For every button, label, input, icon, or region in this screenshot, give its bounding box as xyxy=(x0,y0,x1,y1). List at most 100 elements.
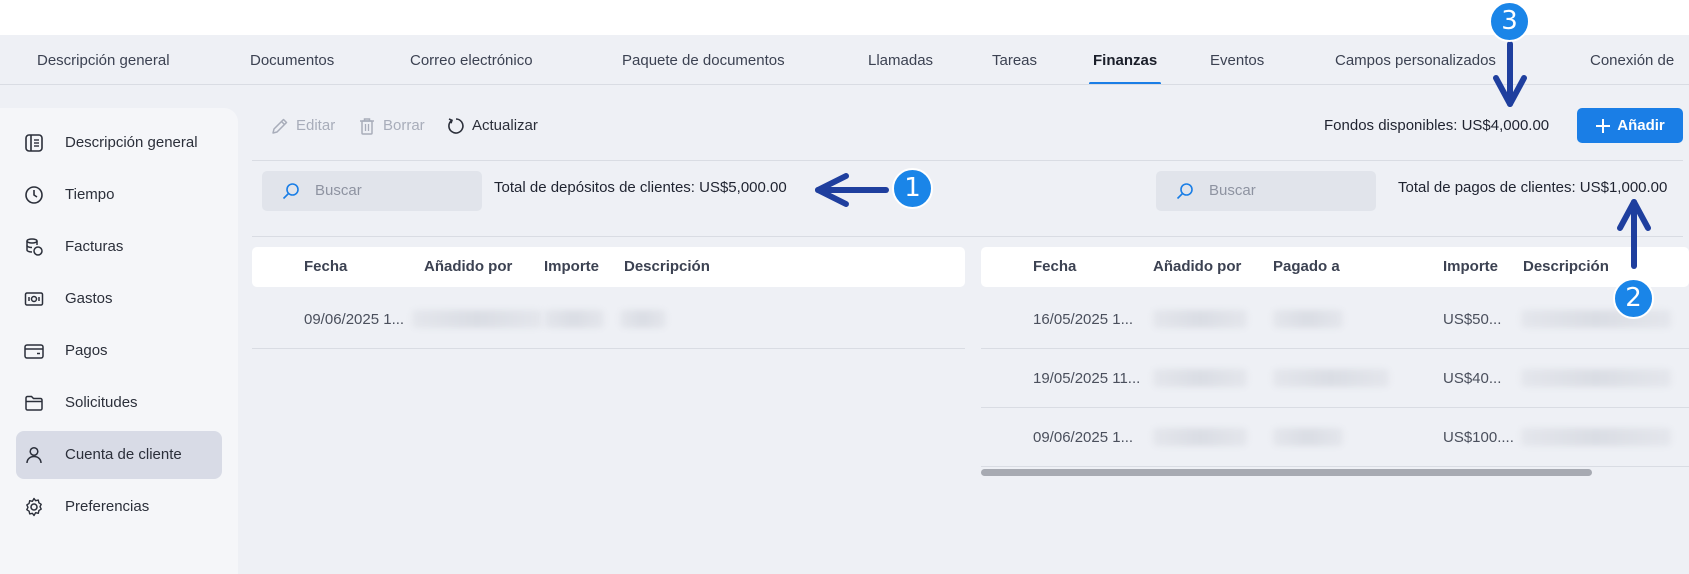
invoice-icon xyxy=(26,238,43,256)
cell-date: 19/05/2025 11... xyxy=(1033,370,1139,387)
sidebar-item-label: Facturas xyxy=(65,238,124,255)
search-icon xyxy=(282,183,299,200)
redacted-cell xyxy=(1521,310,1671,328)
column-header-amount[interactable]: Importe xyxy=(544,247,599,287)
sidebar-item-payments[interactable]: Pagos xyxy=(16,327,222,375)
folder-icon xyxy=(25,395,43,411)
arrow-1-head xyxy=(815,173,849,207)
tab-overview[interactable]: Descripción general xyxy=(37,35,170,84)
callout-1: 1 xyxy=(892,168,933,209)
cell-date: 16/05/2025 1... xyxy=(1033,311,1134,328)
column-header-date[interactable]: Fecha xyxy=(1033,247,1076,287)
column-header-paid-to[interactable]: Pagado a xyxy=(1273,247,1340,287)
sidebar-item-label: Gastos xyxy=(65,290,113,307)
callout-2: 2 xyxy=(1613,278,1654,319)
sidebar-item-preferences[interactable]: Preferencias xyxy=(16,483,222,531)
sidebar-item-client-account[interactable]: Cuenta de cliente xyxy=(16,431,222,479)
sidebar-item-requests[interactable]: Solicitudes xyxy=(16,379,222,427)
delete-label: Borrar xyxy=(383,117,425,134)
clock-icon xyxy=(25,186,43,204)
redacted-cell xyxy=(544,310,604,328)
deposits-total: Total de depósitos de clientes: US$5,000… xyxy=(494,179,787,196)
delete-button[interactable]: Borrar xyxy=(357,114,425,138)
pencil-icon xyxy=(272,118,288,134)
callout-3: 3 xyxy=(1489,1,1530,42)
available-funds: Fondos disponibles: US$4,000.00 xyxy=(1324,117,1550,134)
redacted-cell xyxy=(1273,310,1343,328)
search-divider xyxy=(252,236,1683,237)
search-icon xyxy=(1176,183,1193,200)
redacted-cell xyxy=(1153,310,1247,328)
overview-icon xyxy=(25,134,43,152)
redacted-cell xyxy=(1273,428,1343,446)
tab-events[interactable]: Eventos xyxy=(1210,35,1264,84)
trash-icon xyxy=(360,118,374,135)
payments-search-input[interactable]: Buscar xyxy=(1156,171,1376,211)
wallet-icon xyxy=(24,344,44,359)
table-row[interactable]: 19/05/2025 11... US$40... xyxy=(981,349,1689,408)
table-row[interactable]: 16/05/2025 1... US$50... xyxy=(981,290,1689,349)
expense-icon xyxy=(24,292,44,306)
search-placeholder: Buscar xyxy=(1209,182,1256,199)
edit-button[interactable]: Editar xyxy=(270,114,335,138)
tab-tasks[interactable]: Tareas xyxy=(992,35,1037,84)
payments-total: Total de pagos de clientes: US$1,000.00 xyxy=(1398,179,1668,196)
edit-label: Editar xyxy=(296,117,336,134)
sidebar-item-label: Descripción general xyxy=(65,134,198,151)
sidebar-item-time[interactable]: Tiempo xyxy=(16,171,222,219)
deposits-search-input[interactable]: Buscar xyxy=(262,171,482,211)
tab-calls[interactable]: Llamadas xyxy=(868,35,933,84)
column-header-description[interactable]: Descripción xyxy=(624,247,710,287)
sidebar-item-label: Cuenta de cliente xyxy=(65,446,182,463)
redacted-cell xyxy=(1521,369,1671,387)
cell-amount: US$50... xyxy=(1443,311,1502,328)
column-header-amount[interactable]: Importe xyxy=(1443,247,1498,287)
column-header-date[interactable]: Fecha xyxy=(304,247,347,287)
top-blank-bar xyxy=(0,0,1689,35)
refresh-label: Actualizar xyxy=(472,117,538,134)
refresh-icon xyxy=(448,118,464,134)
tab-documents[interactable]: Documentos xyxy=(250,35,334,84)
toolbar-divider xyxy=(252,160,1683,161)
user-icon xyxy=(26,446,42,464)
sidebar-item-invoices[interactable]: Facturas xyxy=(16,223,222,271)
deposits-table-header: Fecha Añadido por Importe Descripción xyxy=(252,247,965,287)
gear-icon xyxy=(26,497,42,517)
redacted-cell xyxy=(1273,369,1389,387)
add-label: Añadir xyxy=(1617,117,1665,134)
tab-custom-fields[interactable]: Campos personalizados xyxy=(1335,35,1496,84)
arrow-2-head xyxy=(1617,199,1651,231)
sidebar-item-overview[interactable]: Descripción general xyxy=(16,119,222,167)
payments-table-header: Fecha Añadido por Pagado a Importe Descr… xyxy=(981,247,1689,287)
annotation-arrows xyxy=(815,41,1651,269)
cell-amount: US$40... xyxy=(1443,370,1502,387)
sidebar-item-label: Pagos xyxy=(65,342,108,359)
tab-document-package[interactable]: Paquete de documentos xyxy=(622,35,785,84)
search-placeholder: Buscar xyxy=(315,182,362,199)
sidebar-item-expenses[interactable]: Gastos xyxy=(16,275,222,323)
column-header-added-by[interactable]: Añadido por xyxy=(424,247,512,287)
cell-date: 09/06/2025 1... xyxy=(1033,429,1134,446)
horizontal-scrollbar[interactable] xyxy=(981,469,1592,476)
sidebar: Descripción general Tiempo Facturas Gast… xyxy=(0,108,238,574)
sidebar-item-label: Tiempo xyxy=(65,186,115,203)
tab-email[interactable]: Correo electrónico xyxy=(410,35,533,84)
sidebar-item-label: Solicitudes xyxy=(65,394,138,411)
add-button[interactable]: Añadir xyxy=(1577,108,1683,143)
column-header-description[interactable]: Descripción xyxy=(1523,247,1609,287)
redacted-cell xyxy=(1153,369,1247,387)
redacted-cell xyxy=(1153,428,1247,446)
tab-connection[interactable]: Conexión de xyxy=(1590,35,1674,84)
cell-date: 09/06/2025 1... xyxy=(304,311,405,328)
sidebar-item-label: Preferencias xyxy=(65,498,150,515)
refresh-button[interactable]: Actualizar xyxy=(446,114,538,138)
plus-icon xyxy=(1596,118,1611,133)
table-row[interactable]: 09/06/2025 1... xyxy=(252,290,965,349)
record-tabs: Descripción general Documentos Correo el… xyxy=(0,35,1689,85)
redacted-cell xyxy=(1521,428,1671,446)
column-header-added-by[interactable]: Añadido por xyxy=(1153,247,1241,287)
redacted-cell xyxy=(412,310,542,328)
table-row[interactable]: 09/06/2025 1... US$100.... xyxy=(981,408,1689,467)
tab-finances[interactable]: Finanzas xyxy=(1088,35,1162,84)
redacted-cell xyxy=(620,310,666,328)
